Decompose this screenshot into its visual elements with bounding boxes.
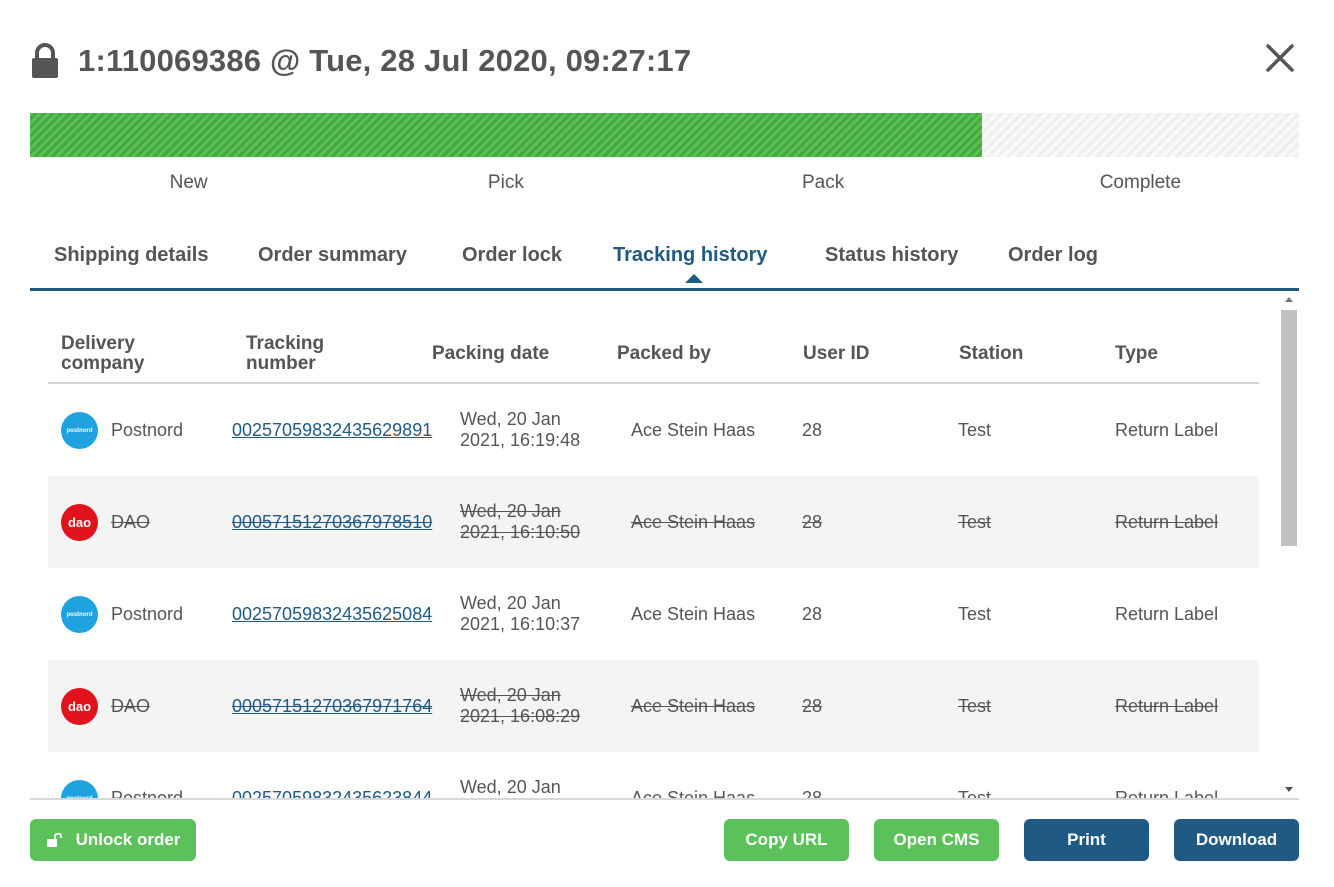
postnord-logo-icon: postnord	[61, 780, 98, 798]
packing-date-time: 2021, 16:10:50	[460, 522, 581, 542]
scroll-up-arrow[interactable]	[1285, 297, 1293, 302]
packing-date: Wed, 20 Jan 2021, 16:10:50	[460, 501, 580, 543]
user-id: 28	[802, 696, 823, 716]
delivery-company: DAO	[111, 696, 151, 716]
tab-order-log[interactable]: Order log	[1008, 244, 1098, 267]
postnord-logo-icon: postnord	[61, 596, 98, 633]
tracking-table: Delivery company Tracking number Packing…	[48, 292, 1259, 800]
delivery-company: DAO	[111, 512, 151, 532]
step-pack: Pack	[802, 172, 845, 193]
progress-steps: New Pick Pack Complete	[30, 172, 1299, 194]
label-type: Return Label	[1115, 788, 1219, 800]
table-row: dao DAO 00057151270367971764 Wed, 20 Jan 202…	[48, 660, 1259, 752]
header-station: Station	[959, 343, 1024, 364]
packing-date-time: 2021, 16:19:48	[460, 430, 581, 450]
download-button[interactable]: Download	[1174, 819, 1299, 861]
packing-date: Wed, 20 Jan 2021, 16:19:48	[460, 409, 580, 451]
scrollbar[interactable]	[1279, 292, 1299, 798]
table-row: postnord Postnord 00257059832435629891 Wed,…	[48, 384, 1259, 476]
scrollbar-thumb[interactable]	[1281, 310, 1297, 546]
step-pick: Pick	[487, 172, 524, 193]
lock-icon	[32, 43, 58, 78]
table-row: postnord Postnord 00257059832435625084 Wed,…	[48, 568, 1259, 660]
header-packed-by: Packed by	[617, 343, 711, 364]
header-packing-date: Packing date	[432, 343, 550, 364]
station: Test	[958, 788, 992, 800]
table-row: dao DAO 00057151270367978510 Wed, 20 Jan 202…	[48, 476, 1259, 568]
station: Test	[958, 604, 992, 624]
station: Test	[958, 512, 992, 532]
tab-shipping-details[interactable]: Shipping details	[54, 244, 208, 267]
print-button[interactable]: Print	[1024, 819, 1149, 861]
tab-order-summary[interactable]: Order summary	[258, 244, 407, 267]
label-type: Return Label	[1115, 696, 1219, 716]
packed-by: Ace Stein Haas	[631, 788, 756, 800]
header-user-id: User ID	[803, 343, 870, 364]
unlock-order-label: Unlock order	[75, 830, 181, 849]
label-type: Return Label	[1115, 512, 1219, 532]
step-new: New	[169, 172, 208, 193]
dao-logo-icon: dao	[61, 688, 98, 725]
packing-date-day: Wed, 20 Jan	[460, 409, 561, 429]
tracking-number-link[interactable]: 00057151270367971764	[232, 696, 432, 717]
packing-date: Wed, 20 Jan	[460, 777, 561, 798]
scroll-down-arrow[interactable]	[1285, 787, 1293, 792]
packing-date: Wed, 20 Jan 2021, 16:10:37	[460, 593, 580, 635]
tab-order-lock[interactable]: Order lock	[462, 244, 562, 267]
copy-url-button[interactable]: Copy URL	[724, 819, 849, 861]
user-id: 28	[802, 420, 823, 440]
packing-date-day: Wed, 20 Jan	[460, 501, 561, 521]
tracking-number-link[interactable]: 00257059832435623844	[232, 788, 432, 798]
tab-status-history[interactable]: Status history	[825, 244, 958, 267]
page-title: 1:110069386 @ Tue, 28 Jul 2020, 09:27:17	[78, 43, 692, 78]
close-icon[interactable]	[1262, 40, 1298, 76]
tab-tracking-history[interactable]: Tracking history	[613, 244, 768, 267]
packed-by: Ace Stein Haas	[631, 420, 756, 440]
tab-bar: Shipping details Order summary Order loc…	[30, 238, 1299, 291]
table-body: postnord Postnord 00257059832435629891 Wed,…	[48, 384, 1259, 800]
delivery-company: Postnord	[111, 420, 184, 440]
postnord-logo-icon: postnord	[61, 412, 98, 449]
user-id: 28	[802, 788, 823, 800]
tracking-history-panel[interactable]: Delivery company Tracking number Packing…	[30, 292, 1299, 800]
packing-date-day: Wed, 20 Jan	[460, 777, 561, 797]
packing-date: Wed, 20 Jan 2021, 16:08:29	[460, 685, 580, 727]
unlock-icon	[46, 833, 62, 847]
packed-by: Ace Stein Haas	[631, 512, 756, 532]
user-id: 28	[802, 604, 823, 624]
modal-header: 1:110069386 @ Tue, 28 Jul 2020, 09:27:17	[30, 36, 691, 86]
delivery-company: Postnord	[111, 788, 184, 800]
packed-by: Ace Stein Haas	[631, 604, 756, 624]
header-tracking-number: Tracking number	[246, 333, 325, 374]
open-cms-button[interactable]: Open CMS	[874, 819, 999, 861]
header-delivery-company: Delivery company	[61, 333, 145, 374]
packed-by: Ace Stein Haas	[631, 696, 756, 716]
station: Test	[958, 696, 992, 716]
packing-date-time: 2021, 16:08:29	[460, 706, 581, 726]
delivery-company: Postnord	[111, 604, 184, 624]
station: Test	[958, 420, 992, 440]
dao-logo-icon: dao	[61, 504, 98, 541]
step-complete: Complete	[1099, 172, 1182, 193]
packing-date-day: Wed, 20 Jan	[460, 685, 561, 705]
label-type: Return Label	[1115, 604, 1219, 624]
active-tab-indicator	[685, 274, 703, 283]
packing-date-day: Wed, 20 Jan	[460, 593, 561, 613]
user-id: 28	[802, 512, 823, 532]
unlock-order-button[interactable]: Unlock order	[30, 819, 196, 861]
progress-fill	[30, 113, 982, 157]
table-header: Delivery company Tracking number Packing…	[48, 292, 1259, 384]
header-type: Type	[1115, 343, 1158, 364]
label-type: Return Label	[1115, 420, 1219, 440]
tracking-number-link[interactable]: 00257059832435629891	[232, 420, 432, 441]
tracking-number-link[interactable]: 00257059832435625084	[232, 604, 432, 625]
tracking-number-link[interactable]: 00057151270367978510	[232, 512, 432, 533]
packing-date-time: 2021, 16:10:37	[460, 614, 581, 634]
order-progress-bar	[30, 113, 1299, 157]
table-row: postnord Postnord 00257059832435623844 Wed,…	[48, 752, 1259, 800]
